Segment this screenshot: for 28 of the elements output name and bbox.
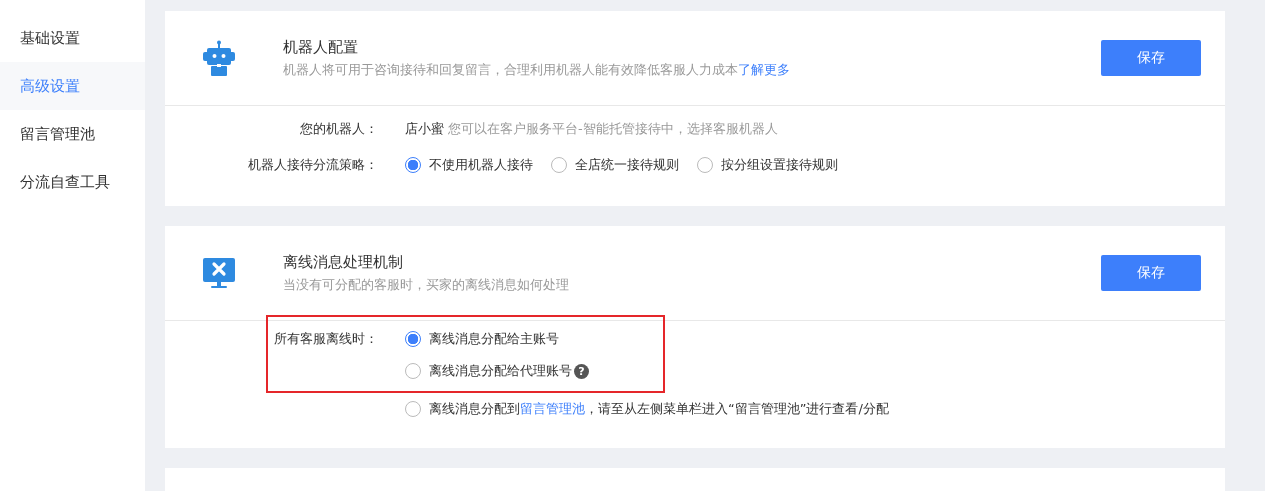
card-description: 机器人将可用于咨询接待和回复留言，合理利用机器人能有效降低客服人力成本 (283, 61, 738, 77)
field-label: 您的机器人： (299, 120, 378, 138)
radio-button[interactable] (405, 157, 421, 173)
card-description: 当没有可分配的客服时，买家的离线消息如何处理 (283, 276, 569, 292)
learn-more-link[interactable]: 了解更多 (738, 61, 790, 77)
sidebar-item[interactable]: 基础设置 (0, 14, 145, 62)
radio-button[interactable] (405, 331, 421, 347)
radio-label: 按分组设置接待规则 (721, 156, 838, 174)
card-title: 离线消息处理机制 (283, 252, 404, 272)
sidebar-item[interactable]: 留言管理池 (0, 110, 145, 158)
card-title: 机器人配置 (283, 37, 359, 57)
radio-label: 离线消息分配给主账号 (429, 330, 559, 348)
sidebar-item[interactable]: 分流自查工具 (0, 158, 145, 206)
field-label: 机器人接待分流策略： (247, 156, 378, 174)
message-pool-link[interactable]: 留言管理池 (520, 401, 585, 416)
field-hint: 您可以在客户服务平台-智能托管接待中，选择客服机器人 (448, 120, 778, 138)
radio-label: 不使用机器人接待 (429, 156, 533, 174)
radio-label: 离线消息分配到留言管理池，请至从左侧菜单栏进入“留言管理池”进行查看/分配 (429, 400, 889, 418)
robot-icon (201, 40, 237, 76)
robot-name: 店小蜜 (405, 120, 444, 138)
field-label: 所有客服离线时： (273, 330, 378, 348)
monitor-x-icon (201, 255, 237, 291)
help-icon[interactable]: ? (574, 363, 589, 379)
save-button[interactable]: 保存 (1101, 255, 1201, 291)
radio-label: 离线消息分配给代理账号 (429, 362, 572, 380)
save-button[interactable]: 保存 (1101, 40, 1201, 76)
sidebar-item[interactable]: 高级设置 (0, 62, 145, 110)
radio-label: 全店统一接待规则 (575, 156, 679, 174)
